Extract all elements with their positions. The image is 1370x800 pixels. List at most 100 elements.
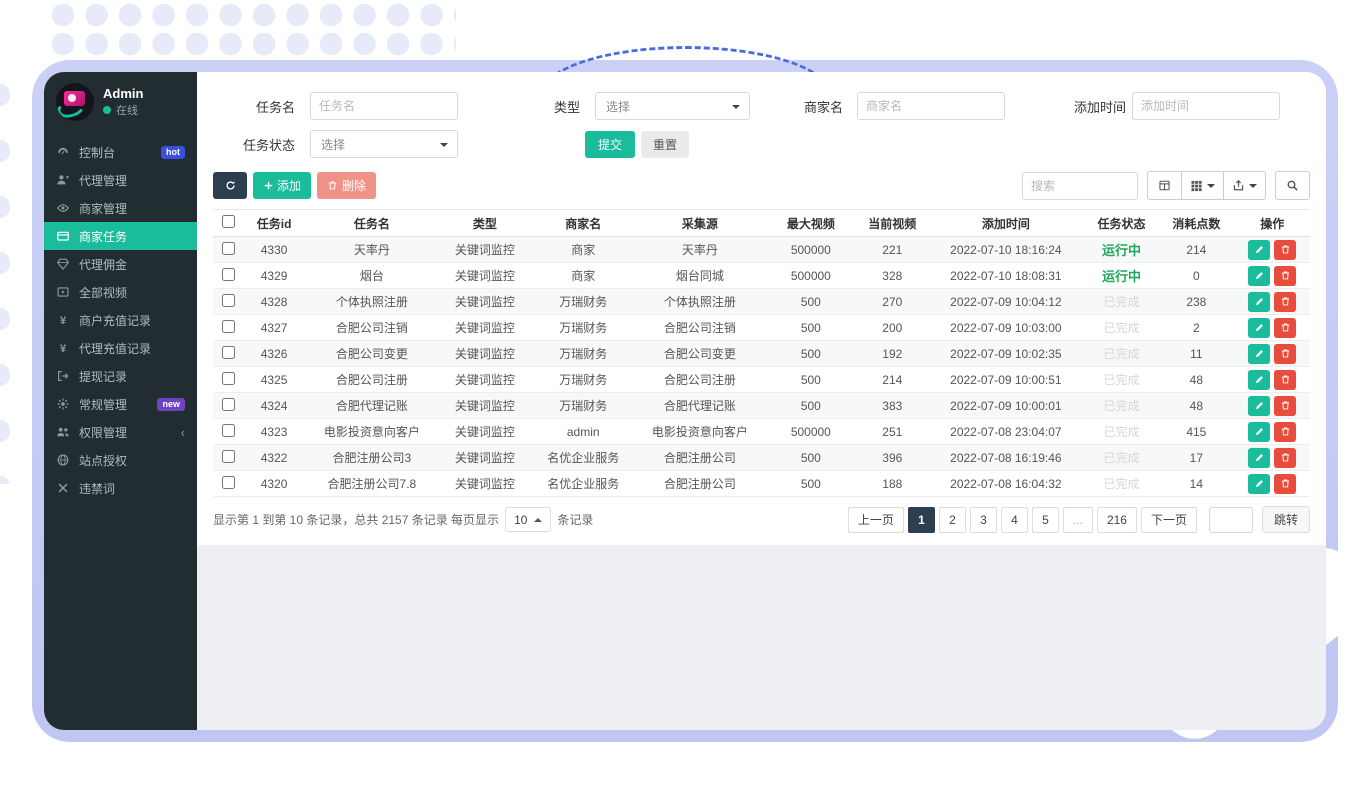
edit-button[interactable] <box>1248 292 1270 312</box>
delete-button[interactable] <box>1274 292 1296 312</box>
type-select[interactable]: 选择 <box>595 92 750 120</box>
row-checkbox[interactable] <box>222 268 235 281</box>
sidebar-item-all-videos[interactable]: 全部视频 <box>44 278 197 306</box>
search-input[interactable] <box>1022 172 1138 200</box>
edit-button[interactable] <box>1248 370 1270 390</box>
sidebar-item-merchant-management[interactable]: 商家管理 <box>44 194 197 222</box>
sidebar-item-label: 提现记录 <box>79 368 127 385</box>
sidebar-item-label: 控制台 <box>79 144 115 161</box>
status-badge: 已完成 <box>1103 425 1139 439</box>
edit-button[interactable] <box>1248 396 1270 416</box>
sidebar-item-merchant-recharge-records[interactable]: ¥商户充值记录 <box>44 306 197 334</box>
delete-button[interactable] <box>1274 448 1296 468</box>
row-checkbox[interactable] <box>222 476 235 489</box>
select-all-checkbox[interactable] <box>222 215 235 228</box>
type-label: 类型 <box>540 97 580 116</box>
cell-merchant-name: 万瑞财务 <box>531 289 636 315</box>
cell-max-videos: 500000 <box>764 263 858 289</box>
prev-page-button[interactable]: 上一页 <box>848 507 904 533</box>
sidebar-item-site-authorization[interactable]: 站点授权 <box>44 446 197 474</box>
cell-task-id: 4323 <box>244 419 305 445</box>
edit-button[interactable] <box>1248 448 1270 468</box>
task-name-input[interactable] <box>310 92 458 120</box>
reset-button[interactable]: 重置 <box>641 131 689 158</box>
row-checkbox[interactable] <box>222 424 235 437</box>
user-profile[interactable]: Admin 在线 <box>44 72 197 130</box>
delete-button[interactable] <box>1274 474 1296 494</box>
column-header: 当前视频 <box>858 210 927 237</box>
page-button-5[interactable]: 5 <box>1032 507 1059 533</box>
sidebar: Admin 在线 控制台 hot 代理管理商家管理商家任务代理佣金全部视频¥商户充值… <box>44 72 197 730</box>
cell-task-name: 合肥公司变更 <box>305 341 439 367</box>
sidebar-item-label: 商家管理 <box>79 200 127 217</box>
sidebar-item-agent-management[interactable]: 代理管理 <box>44 166 197 194</box>
delete-button[interactable] <box>1274 396 1296 416</box>
page-button-1[interactable]: 1 <box>908 507 935 533</box>
sidebar-item-agent-recharge-records[interactable]: ¥代理充值记录 <box>44 334 197 362</box>
cell-max-videos: 500 <box>764 289 858 315</box>
sidebar-item-banned-words[interactable]: 违禁词 <box>44 474 197 502</box>
delete-button[interactable] <box>1274 422 1296 442</box>
row-checkbox[interactable] <box>222 346 235 359</box>
edit-button[interactable] <box>1248 240 1270 260</box>
toggle-view-button[interactable] <box>1147 171 1182 200</box>
online-dot-icon <box>103 106 111 114</box>
row-checkbox[interactable] <box>222 242 235 255</box>
jump-button[interactable]: 跳转 <box>1262 506 1310 533</box>
submit-button[interactable]: 提交 <box>585 131 635 158</box>
sidebar-item-withdrawal-records[interactable]: 提现记录 <box>44 362 197 390</box>
sidebar-item-merchant-tasks[interactable]: 商家任务 <box>44 222 197 250</box>
sidebar-item-agent-commission[interactable]: 代理佣金 <box>44 250 197 278</box>
cell-points: 17 <box>1158 445 1234 471</box>
task-name-label: 任务名 <box>213 97 295 116</box>
page-size-select[interactable]: 10 <box>505 507 551 532</box>
bulk-delete-button[interactable]: 删除 <box>317 172 376 199</box>
cell-task-id: 4329 <box>244 263 305 289</box>
merchant-name-input[interactable] <box>857 92 1005 120</box>
merchant-name-label: 商家名 <box>800 97 843 116</box>
row-checkbox[interactable] <box>222 450 235 463</box>
cell-add-time: 2022-07-08 16:19:46 <box>927 445 1085 471</box>
videos-icon <box>56 285 70 299</box>
table-row: 4326合肥公司变更关键词监控万瑞财务合肥公司变更5001922022-07-0… <box>213 341 1310 367</box>
edit-button[interactable] <box>1248 266 1270 286</box>
add-button[interactable]: 添加 <box>253 172 311 199</box>
row-checkbox[interactable] <box>222 294 235 307</box>
jump-page-input[interactable] <box>1209 507 1253 533</box>
caret-down-icon <box>440 143 448 147</box>
delete-button[interactable] <box>1274 370 1296 390</box>
add-time-input[interactable] <box>1132 92 1280 120</box>
content-panel: 任务名 类型 选择 商家名 添加时间 任务状态 选择 提交 <box>197 72 1326 545</box>
page-button-3[interactable]: 3 <box>970 507 997 533</box>
row-checkbox[interactable] <box>222 320 235 333</box>
cell-max-videos: 500 <box>764 367 858 393</box>
edit-button[interactable] <box>1248 422 1270 442</box>
row-checkbox[interactable] <box>222 398 235 411</box>
export-button[interactable] <box>1223 171 1266 200</box>
edit-button[interactable] <box>1248 344 1270 364</box>
sidebar-item-general-management[interactable]: 常规管理new <box>44 390 197 418</box>
next-page-button[interactable]: 下一页 <box>1141 507 1197 533</box>
sidebar-item-permission-management[interactable]: 权限管理‹ <box>44 418 197 446</box>
delete-button[interactable] <box>1274 266 1296 286</box>
columns-button[interactable] <box>1181 171 1224 200</box>
row-checkbox[interactable] <box>222 372 235 385</box>
page-button-216[interactable]: 216 <box>1097 507 1137 533</box>
search-button[interactable] <box>1275 171 1310 200</box>
page-button-2[interactable]: 2 <box>939 507 966 533</box>
toolbar-button-group <box>1147 171 1266 200</box>
hot-badge: hot <box>161 146 185 159</box>
refresh-button[interactable] <box>213 172 247 199</box>
delete-button[interactable] <box>1274 240 1296 260</box>
edit-button[interactable] <box>1248 474 1270 494</box>
page-button-4[interactable]: 4 <box>1001 507 1028 533</box>
task-status-select[interactable]: 选择 <box>310 130 458 158</box>
cell-add-time: 2022-07-09 10:04:12 <box>927 289 1085 315</box>
table-row: 4329烟台关键词监控商家烟台同城5000003282022-07-10 18:… <box>213 263 1310 289</box>
delete-button[interactable] <box>1274 344 1296 364</box>
edit-button[interactable] <box>1248 318 1270 338</box>
sidebar-item-label: 站点授权 <box>79 452 127 469</box>
cell-points: 238 <box>1158 289 1234 315</box>
sidebar-item-console[interactable]: 控制台 hot <box>44 138 197 166</box>
delete-button[interactable] <box>1274 318 1296 338</box>
